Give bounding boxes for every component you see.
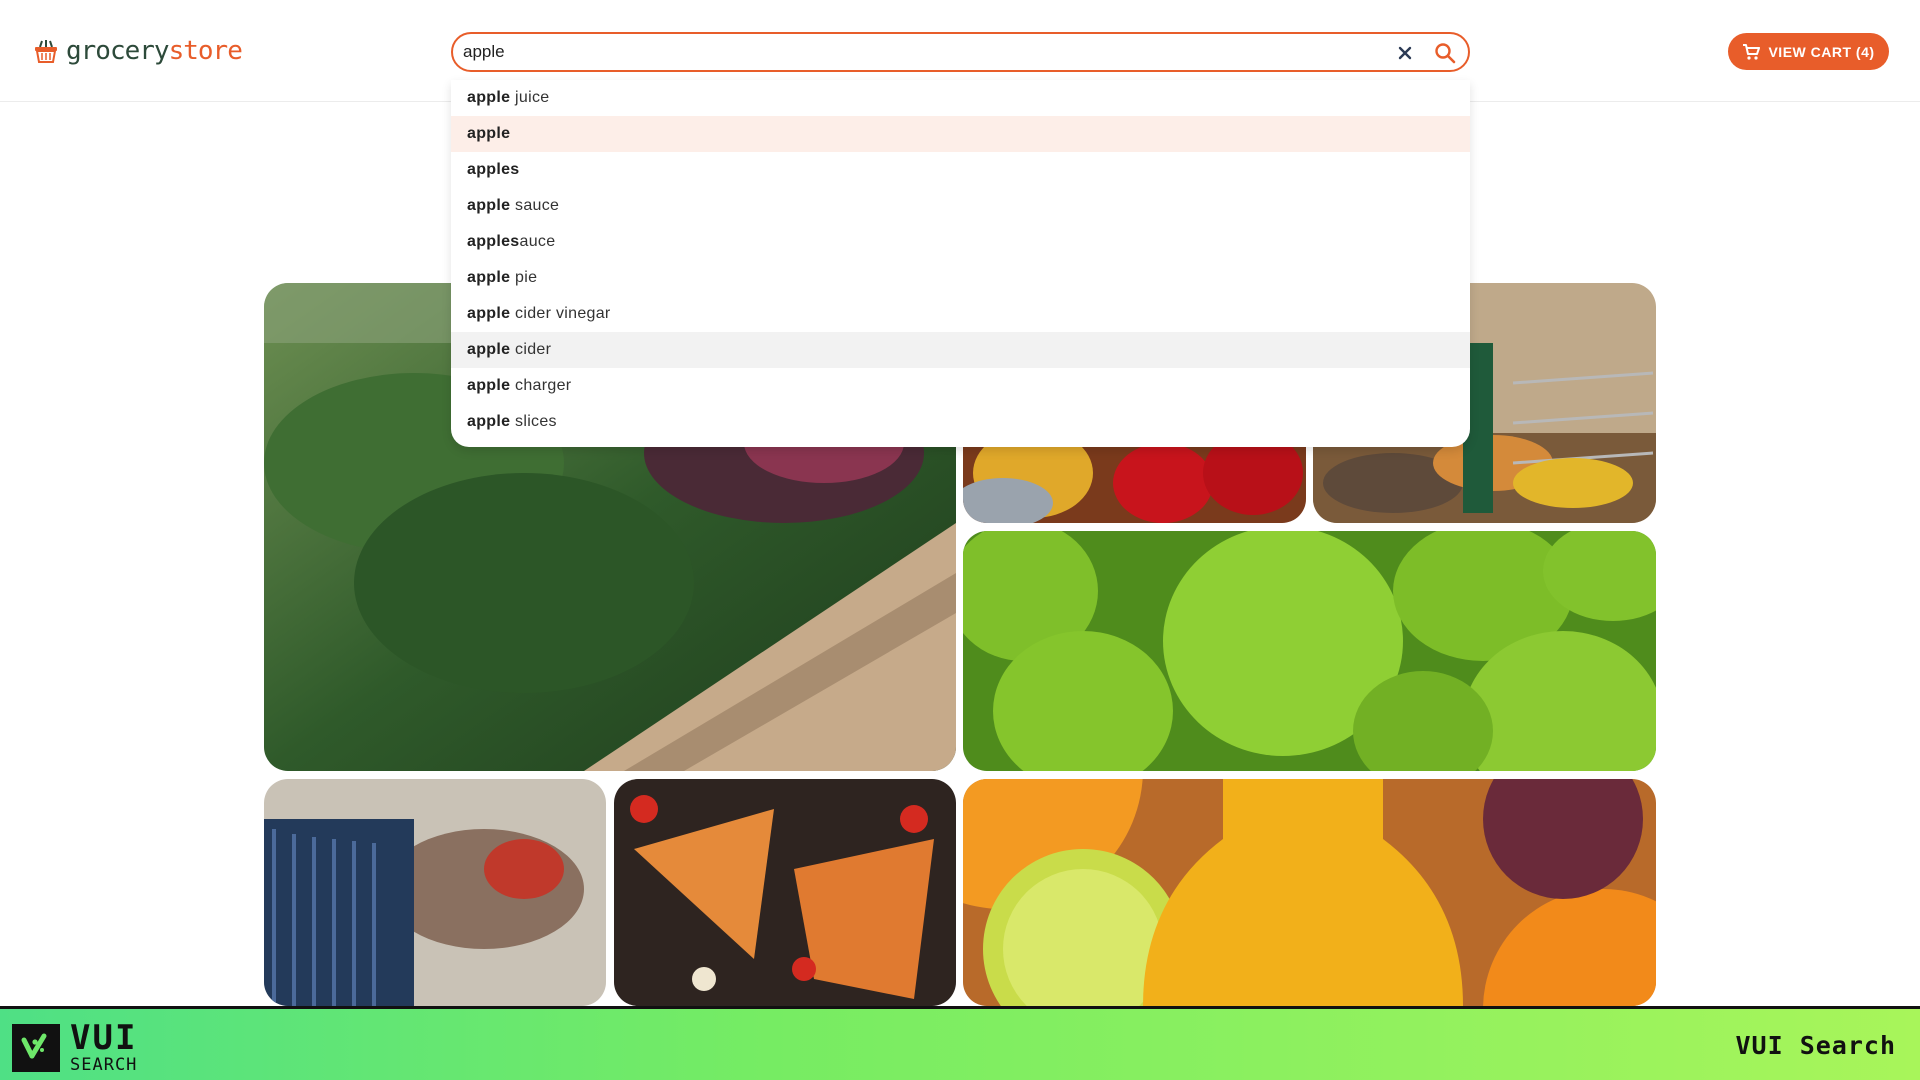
suggestion-match: apple [467, 413, 511, 430]
suggestion-item[interactable]: apple cider vinegar [451, 296, 1470, 332]
green-apples-image[interactable] [963, 531, 1656, 771]
suggestion-item[interactable]: apple slices [451, 404, 1470, 440]
orange-juice-image[interactable] [963, 779, 1656, 1006]
suggestion-match: apple [467, 197, 511, 214]
search-input[interactable] [463, 40, 1363, 64]
search-bar [451, 32, 1470, 72]
search-suggestions-dropdown: apple juice apple apples apple sauce app… [451, 80, 1470, 447]
suggestion-item[interactable]: apple juice [451, 80, 1470, 116]
vui-logo-line2: SEARCH [70, 1055, 138, 1075]
suggestion-match: apple [467, 269, 511, 286]
close-icon [1398, 46, 1412, 60]
suggestion-rest: auce [519, 233, 556, 250]
suggestion-rest: cider vinegar [510, 305, 611, 322]
vui-logo-mark-icon [12, 1023, 60, 1072]
search-submit-button[interactable] [1432, 40, 1458, 66]
suggestion-rest: juice [510, 89, 550, 106]
vui-logo-line1: VUI [70, 1018, 138, 1058]
suggestion-rest: charger [510, 377, 572, 394]
vui-search-banner: VUI SEARCH VUI Search [0, 1006, 1920, 1080]
store-cart-image[interactable] [264, 779, 606, 1006]
suggestion-item[interactable]: apples [451, 152, 1470, 188]
view-cart-label: VIEW CART (4) [1768, 43, 1875, 60]
suggestion-rest: cider [510, 341, 552, 358]
search-icon [1435, 43, 1456, 64]
suggestion-match: apple [467, 377, 511, 394]
clear-search-button[interactable] [1394, 42, 1416, 64]
shopping-cart-icon [1743, 43, 1761, 60]
vui-logo-text: VUI SEARCH [70, 1021, 137, 1074]
basket-icon [35, 40, 57, 63]
vui-logo[interactable]: VUI SEARCH [12, 1021, 137, 1074]
vui-search-label: VUI Search [1735, 1031, 1896, 1060]
suggestion-item[interactable]: apple sauce [451, 188, 1470, 224]
suggestion-item[interactable]: apple pie [451, 260, 1470, 296]
suggestion-match: apples [467, 233, 520, 250]
suggestion-match: apple [467, 125, 511, 142]
suggestion-rest: pie [510, 269, 538, 286]
suggestion-item[interactable]: apple cider [451, 332, 1470, 368]
pizza-image[interactable] [614, 779, 956, 1006]
suggestion-item[interactable]: apple charger [451, 368, 1470, 404]
logo-word-grocery: grocery [66, 36, 170, 66]
suggestion-match: apple [467, 305, 511, 322]
store-logo[interactable]: grocerystore [32, 36, 243, 66]
suggestion-item[interactable]: apple [451, 116, 1470, 152]
view-cart-button[interactable]: VIEW CART (4) [1728, 33, 1889, 70]
suggestion-match: apples [467, 161, 520, 178]
logo-word-store: store [168, 36, 243, 66]
logo-text: grocerystore [66, 36, 243, 66]
suggestion-rest: slices [510, 413, 557, 430]
suggestion-item[interactable]: applesauce [451, 224, 1470, 260]
suggestion-match: apple [467, 89, 511, 106]
suggestion-match: apple [467, 341, 511, 358]
suggestion-rest: sauce [510, 197, 560, 214]
